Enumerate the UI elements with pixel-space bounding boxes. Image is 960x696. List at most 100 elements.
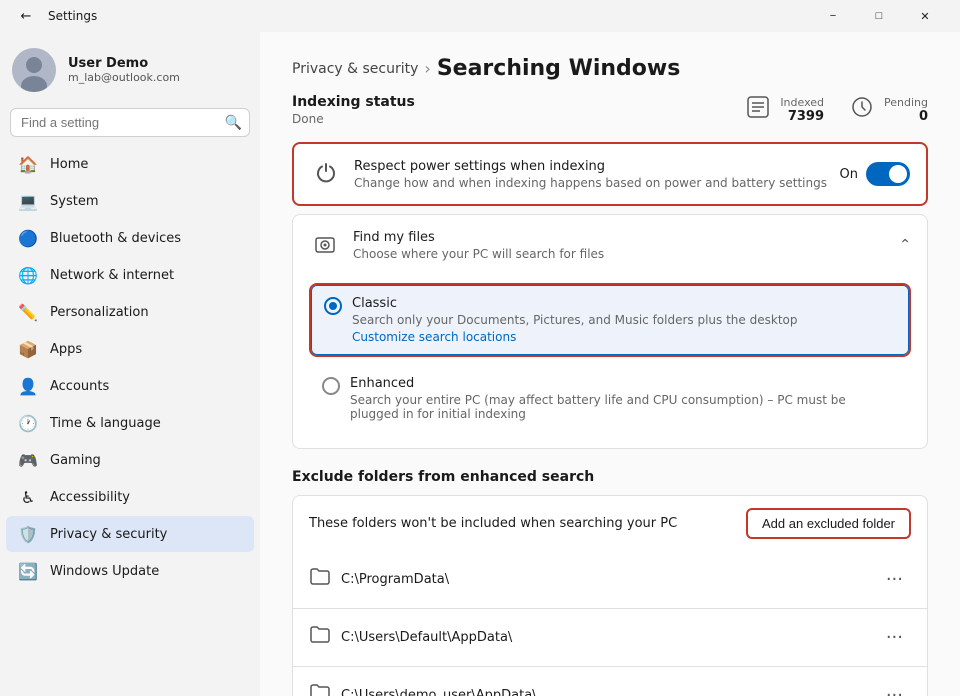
sidebar-item-label: Gaming (50, 453, 101, 468)
chevron-up-icon: ⌃ (899, 237, 911, 253)
indexing-status-title: Indexing status (292, 94, 415, 110)
customize-link[interactable]: Customize search locations (352, 330, 797, 344)
classic-desc: Search only your Documents, Pictures, an… (352, 313, 797, 327)
indexed-icon (744, 93, 772, 126)
maximize-button[interactable]: □ (856, 0, 902, 32)
sidebar-item-personalization[interactable]: ✏️ Personalization (6, 294, 254, 330)
minimize-button[interactable]: − (810, 0, 856, 32)
folder-more-button-0[interactable]: ··· (878, 565, 911, 594)
find-files-title: Find my files (353, 230, 604, 245)
pending-value: 0 (919, 109, 928, 124)
enhanced-radio-text: Enhanced Search your entire PC (may affe… (350, 376, 898, 421)
classic-option-card: Classic Search only your Documents, Pict… (309, 283, 911, 357)
apps-icon: 📦 (18, 339, 38, 359)
user-profile: User Demo m_lab@outlook.com (0, 32, 260, 104)
indexed-stat: Indexed 7399 (744, 93, 824, 126)
find-files-header[interactable]: Find my files Choose where your PC will … (293, 215, 927, 275)
indexed-value: 7399 (788, 109, 824, 124)
time-icon: 🕐 (18, 413, 38, 433)
sidebar-item-system[interactable]: 💻 System (6, 183, 254, 219)
sidebar-item-label: Accessibility (50, 490, 130, 505)
title-bar: ← Settings − □ ✕ (0, 0, 960, 32)
classic-radio-option[interactable]: Classic Search only your Documents, Pict… (311, 285, 909, 355)
folder-left-1: C:\Users\Default\AppData\ (309, 624, 512, 651)
accessibility-icon: ♿ (18, 487, 38, 507)
enhanced-label: Enhanced (350, 376, 898, 391)
folder-more-button-1[interactable]: ··· (878, 623, 911, 652)
accounts-icon: 👤 (18, 376, 38, 396)
respect-power-card: Respect power settings when indexing Cha… (292, 142, 928, 206)
search-input[interactable] (10, 108, 250, 137)
respect-power-title: Respect power settings when indexing (354, 159, 827, 174)
respect-power-controls: On (840, 162, 910, 186)
folder-row-0: C:\ProgramData\ ··· (292, 551, 928, 609)
system-icon: 💻 (18, 191, 38, 211)
gaming-icon: 🎮 (18, 450, 38, 470)
app-body: User Demo m_lab@outlook.com 🔍 🏠 Home 💻 S… (0, 32, 960, 696)
classic-radio-text: Classic Search only your Documents, Pict… (352, 296, 797, 344)
sidebar-item-apps[interactable]: 📦 Apps (6, 331, 254, 367)
folder-row-1: C:\Users\Default\AppData\ ··· (292, 609, 928, 667)
folder-icon-0 (309, 566, 331, 593)
sidebar-item-home[interactable]: 🏠 Home (6, 146, 254, 182)
find-files-icon (309, 229, 341, 261)
find-files-header-left: Find my files Choose where your PC will … (309, 229, 604, 261)
content-area: Privacy & security › Searching Windows I… (260, 32, 960, 696)
indexing-stats: Indexed 7399 Pending 0 (744, 93, 928, 126)
sidebar-item-bluetooth[interactable]: 🔵 Bluetooth & devices (6, 220, 254, 256)
back-button[interactable]: ← (12, 2, 40, 30)
sidebar-item-label: Accounts (50, 379, 109, 394)
sidebar-item-label: Bluetooth & devices (50, 231, 181, 246)
sidebar-item-label: Time & language (50, 416, 161, 431)
folder-more-button-2[interactable]: ··· (878, 681, 911, 696)
find-my-files-card: Find my files Choose where your PC will … (292, 214, 928, 449)
toggle-label: On (840, 167, 858, 182)
windows-update-icon: 🔄 (18, 561, 38, 581)
sidebar-item-label: Windows Update (50, 564, 159, 579)
window-controls: − □ ✕ (810, 0, 948, 32)
folder-icon-2 (309, 682, 331, 696)
network-icon: 🌐 (18, 265, 38, 285)
sidebar-item-time[interactable]: 🕐 Time & language (6, 405, 254, 441)
folder-path-1: C:\Users\Default\AppData\ (341, 630, 512, 645)
enhanced-radio-option[interactable]: Enhanced Search your entire PC (may affe… (309, 365, 911, 432)
privacy-icon: 🛡️ (18, 524, 38, 544)
folder-icon-1 (309, 624, 331, 651)
enhanced-desc: Search your entire PC (may affect batter… (350, 393, 898, 421)
sidebar-item-privacy[interactable]: 🛡️ Privacy & security (6, 516, 254, 552)
personalization-icon: ✏️ (18, 302, 38, 322)
breadcrumb-separator: › (424, 59, 430, 78)
home-icon: 🏠 (18, 154, 38, 174)
sidebar-item-windows-update[interactable]: 🔄 Windows Update (6, 553, 254, 589)
folder-left-2: C:\Users\demo_user\AppData\ (309, 682, 537, 696)
pending-stat: Pending 0 (848, 93, 928, 126)
pending-icon (848, 93, 876, 126)
sidebar-item-label: Privacy & security (50, 527, 167, 542)
exclude-header-text: These folders won't be included when sea… (309, 516, 677, 531)
respect-power-row: Respect power settings when indexing Cha… (294, 144, 926, 204)
add-excluded-folder-button[interactable]: Add an excluded folder (746, 508, 911, 539)
indexed-label: Indexed (780, 96, 824, 109)
user-info: User Demo m_lab@outlook.com (68, 56, 180, 84)
sidebar-item-network[interactable]: 🌐 Network & internet (6, 257, 254, 293)
folder-path-0: C:\ProgramData\ (341, 572, 449, 587)
respect-power-left: Respect power settings when indexing Cha… (310, 158, 827, 190)
respect-power-text: Respect power settings when indexing Cha… (354, 159, 827, 190)
folder-path-2: C:\Users\demo_user\AppData\ (341, 688, 537, 696)
search-box: 🔍 (10, 108, 250, 137)
breadcrumb-parent[interactable]: Privacy & security (292, 61, 418, 77)
sidebar-item-gaming[interactable]: 🎮 Gaming (6, 442, 254, 478)
exclude-folders-panel: These folders won't be included when sea… (292, 495, 928, 696)
power-settings-icon (310, 158, 342, 190)
breadcrumb-current: Searching Windows (437, 56, 681, 81)
close-button[interactable]: ✕ (902, 0, 948, 32)
indexing-status-text: Done (292, 112, 415, 126)
sidebar-item-accounts[interactable]: 👤 Accounts (6, 368, 254, 404)
exclude-section-title: Exclude folders from enhanced search (292, 469, 928, 485)
find-files-body: Classic Search only your Documents, Pict… (293, 275, 927, 448)
respect-power-toggle[interactable] (866, 162, 910, 186)
sidebar-item-accessibility[interactable]: ♿ Accessibility (6, 479, 254, 515)
sidebar: User Demo m_lab@outlook.com 🔍 🏠 Home 💻 S… (0, 32, 260, 696)
sidebar-item-label: Network & internet (50, 268, 174, 283)
sidebar-item-label: Home (50, 157, 88, 172)
